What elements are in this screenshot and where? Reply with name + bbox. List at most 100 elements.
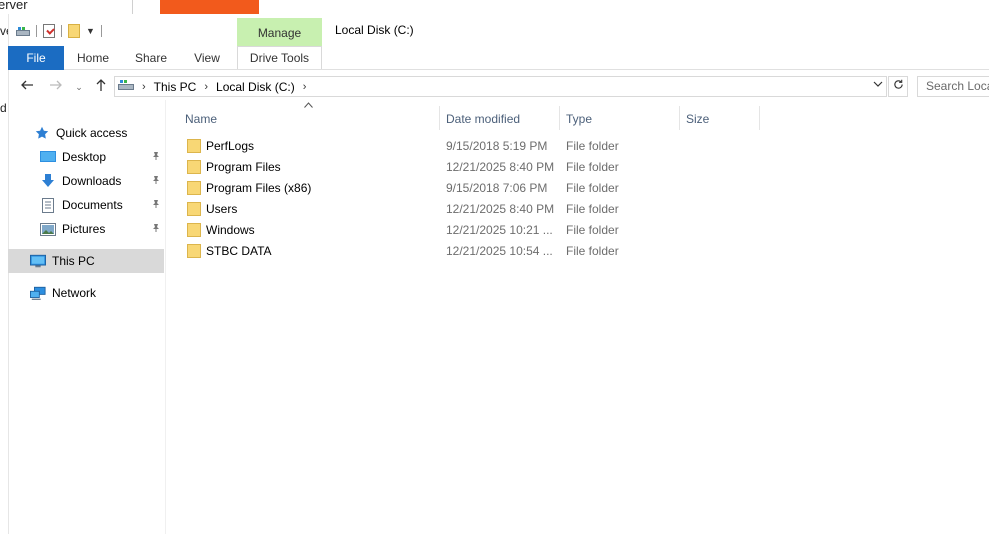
pin-icon[interactable] (151, 151, 161, 164)
desktop-icon (40, 149, 56, 165)
sidebar-item-label: Downloads (62, 174, 122, 188)
pc-small-icon (118, 79, 134, 94)
sidebar-item-downloads[interactable]: Downloads (8, 169, 164, 193)
sidebar-item-quick-access[interactable]: Quick access (8, 121, 164, 145)
file-name: Program Files (206, 160, 281, 174)
recent-locations-dropdown-icon[interactable]: ⌄ (70, 78, 88, 96)
drive-icon[interactable] (16, 26, 30, 36)
computer-icon (30, 253, 46, 269)
sort-ascending-icon (304, 100, 313, 110)
column-header-type[interactable]: Type (566, 108, 592, 130)
column-divider[interactable] (439, 106, 440, 130)
refresh-icon (893, 79, 903, 89)
tab-drive-tools[interactable]: Drive Tools (237, 46, 322, 70)
download-arrow-icon (40, 173, 56, 189)
star-icon (34, 125, 50, 141)
tab-share[interactable]: Share (128, 46, 174, 70)
sidebar-item-desktop[interactable]: Desktop (8, 145, 164, 169)
tab-view[interactable]: View (186, 46, 228, 70)
file-type: File folder (566, 160, 619, 174)
arrow-right-icon (50, 80, 62, 90)
folder-icon (187, 223, 201, 237)
sidebar-item-pictures[interactable]: Pictures (8, 217, 164, 241)
table-row[interactable]: STBC DATA 12/21/2025 10:54 ... File fold… (185, 241, 765, 262)
tab-file[interactable]: File (8, 46, 64, 70)
table-row[interactable]: Program Files (x86) 9/15/2018 7:06 PM Fi… (185, 178, 765, 199)
file-type: File folder (566, 202, 619, 216)
file-date: 12/21/2025 8:40 PM (446, 160, 555, 174)
chevron-right-icon[interactable]: › (142, 81, 146, 93)
file-name: Program Files (x86) (206, 181, 312, 195)
column-divider[interactable] (679, 106, 680, 130)
background-window-title: erver (0, 0, 133, 14)
network-icon (30, 285, 46, 301)
search-input[interactable]: Search Loca (917, 76, 989, 97)
file-type: File folder (566, 139, 619, 153)
sidebar-item-label: Documents (62, 198, 123, 212)
file-type: File folder (566, 223, 619, 237)
sidebar-item-network[interactable]: Network (8, 281, 164, 305)
table-row[interactable]: Program Files 12/21/2025 8:40 PM File fo… (185, 157, 765, 178)
chevron-right-icon[interactable]: › (303, 81, 307, 93)
column-header-name[interactable]: Name (185, 108, 217, 130)
manage-group-label: Manage (257, 26, 302, 40)
sidebar-divider (165, 100, 166, 534)
chevron-right-icon[interactable]: › (204, 81, 208, 93)
file-date: 12/21/2025 10:54 ... (446, 244, 553, 258)
folder-icon (187, 139, 201, 153)
properties-icon[interactable] (43, 24, 55, 38)
breadcrumb-this-pc[interactable]: This PC (154, 80, 197, 94)
file-name: PerfLogs (206, 139, 255, 153)
up-button[interactable] (92, 78, 110, 96)
toolbar-separator (100, 25, 102, 37)
file-date: 12/21/2025 10:21 ... (446, 223, 553, 237)
breadcrumb: › This PC › Local Disk (C:) › (118, 76, 306, 97)
folder-icon (187, 160, 201, 174)
background-progress-bar (160, 0, 259, 14)
pin-icon[interactable] (151, 175, 161, 188)
refresh-button[interactable] (888, 76, 908, 97)
tab-home[interactable]: Home (70, 46, 116, 70)
folder-icon (187, 202, 201, 216)
file-date: 9/15/2018 7:06 PM (446, 181, 548, 195)
address-dropdown-icon[interactable] (871, 78, 885, 95)
sidebar-item-label: This PC (52, 254, 95, 268)
column-header-date-modified[interactable]: Date modified (446, 108, 520, 130)
sidebar-item-label: Quick access (56, 126, 128, 140)
sidebar-item-label: Desktop (62, 150, 107, 164)
customize-toolbar-dropdown-icon[interactable]: ▼ (86, 26, 95, 36)
background-fragment-top: ve (0, 24, 8, 38)
breadcrumb-local-disk[interactable]: Local Disk (C:) (216, 80, 295, 94)
forward-button[interactable] (47, 78, 65, 96)
back-button[interactable] (18, 78, 36, 96)
column-header-size[interactable]: Size (686, 108, 709, 130)
table-row[interactable]: PerfLogs 9/15/2018 5:19 PM File folder (185, 136, 765, 157)
toolbar-separator (36, 25, 37, 37)
arrow-up-icon (96, 79, 106, 91)
file-name: Users (206, 202, 238, 216)
pin-icon[interactable] (151, 223, 161, 236)
file-type: File folder (566, 181, 619, 195)
sidebar-item-documents[interactable]: Documents (8, 193, 164, 217)
window-title: Local Disk (C:) (335, 23, 414, 37)
background-fragment-mid: d (0, 101, 7, 115)
documents-icon (40, 197, 56, 213)
file-date: 9/15/2018 5:19 PM (446, 139, 548, 153)
file-date: 12/21/2025 8:40 PM (446, 202, 555, 216)
pin-icon[interactable] (151, 199, 161, 212)
sidebar-item-this-pc[interactable]: This PC (8, 249, 164, 273)
table-row[interactable]: Users 12/21/2025 8:40 PM File folder (185, 199, 765, 220)
folder-icon (187, 181, 201, 195)
file-type: File folder (566, 244, 619, 258)
sidebar-item-label: Network (52, 286, 97, 300)
column-divider[interactable] (559, 106, 560, 130)
background-window-title-text: erver (0, 0, 28, 12)
file-name: Windows (206, 223, 255, 237)
new-folder-icon[interactable] (68, 24, 80, 38)
sidebar-item-label: Pictures (62, 222, 106, 236)
file-name: STBC DATA (206, 244, 272, 258)
table-row[interactable]: Windows 12/21/2025 10:21 ... File folder (185, 220, 765, 241)
pictures-icon (40, 221, 56, 237)
column-divider[interactable] (759, 106, 760, 130)
background-window-strip (132, 0, 989, 15)
